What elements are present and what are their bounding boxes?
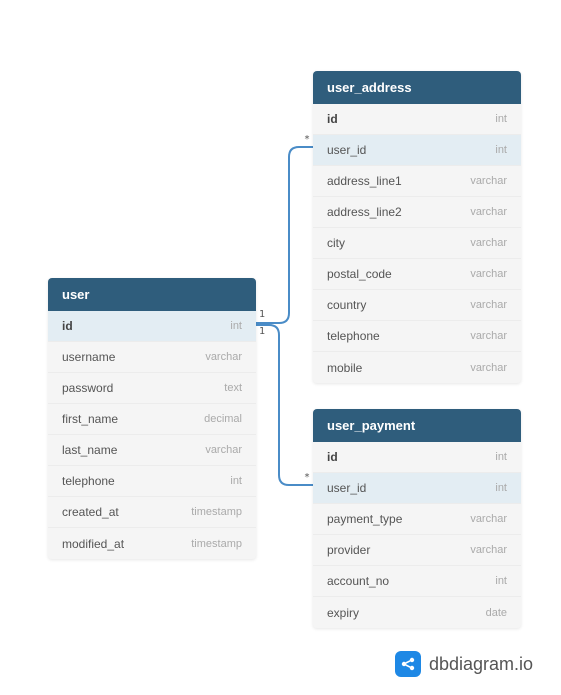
- field-type: varchar: [470, 175, 507, 187]
- table-row: account_no int: [313, 566, 521, 597]
- watermark-text: dbdiagram.io: [429, 654, 533, 675]
- cardinality-one-bottom: 1: [259, 326, 265, 337]
- field-type: date: [486, 607, 507, 619]
- cardinality-one-top: 1: [259, 309, 265, 320]
- field-type: int: [495, 451, 507, 463]
- field-type: varchar: [470, 268, 507, 280]
- field-name: user_id: [327, 481, 366, 495]
- field-type: varchar: [205, 444, 242, 456]
- table-row: telephone int: [48, 466, 256, 497]
- field-name: address_line2: [327, 205, 402, 219]
- field-name: last_name: [62, 443, 117, 457]
- field-name: id: [327, 112, 338, 126]
- field-name: created_at: [62, 505, 119, 519]
- cardinality-many-top: *: [304, 134, 310, 145]
- field-type: varchar: [205, 351, 242, 363]
- field-type: timestamp: [191, 506, 242, 518]
- field-type: varchar: [470, 362, 507, 374]
- table-row: postal_code varchar: [313, 259, 521, 290]
- field-type: int: [495, 113, 507, 125]
- table-header-user-payment: user_payment: [313, 409, 521, 442]
- field-type: timestamp: [191, 538, 242, 550]
- rel-user-to-payment: [256, 325, 313, 485]
- table-row: provider varchar: [313, 535, 521, 566]
- table-row: created_at timestamp: [48, 497, 256, 528]
- field-name: telephone: [62, 474, 115, 488]
- field-name: first_name: [62, 412, 118, 426]
- field-name: provider: [327, 543, 370, 557]
- field-type: int: [495, 144, 507, 156]
- field-type: int: [230, 320, 242, 332]
- table-row: mobile varchar: [313, 352, 521, 383]
- table-header-user-address: user_address: [313, 71, 521, 104]
- table-row: expiry date: [313, 597, 521, 628]
- field-name: user_id: [327, 143, 366, 157]
- table-row: country varchar: [313, 290, 521, 321]
- table-row: payment_type varchar: [313, 504, 521, 535]
- field-type: int: [230, 475, 242, 487]
- table-row: last_name varchar: [48, 435, 256, 466]
- field-type: varchar: [470, 513, 507, 525]
- table-row: id int: [313, 104, 521, 135]
- table-user-address: user_address id int user_id int address_…: [313, 71, 521, 383]
- table-row: telephone varchar: [313, 321, 521, 352]
- table-row: modified_at timestamp: [48, 528, 256, 559]
- field-type: int: [495, 575, 507, 587]
- table-row: address_line1 varchar: [313, 166, 521, 197]
- table-row: first_name decimal: [48, 404, 256, 435]
- field-name: id: [62, 319, 73, 333]
- field-name: mobile: [327, 361, 362, 375]
- table-row: id int: [48, 311, 256, 342]
- share-icon: [395, 651, 421, 677]
- field-name: city: [327, 236, 345, 250]
- table-user: user id int username varchar password te…: [48, 278, 256, 559]
- field-name: expiry: [327, 606, 359, 620]
- table-user-payment: user_payment id int user_id int payment_…: [313, 409, 521, 628]
- table-row: password text: [48, 373, 256, 404]
- table-row: username varchar: [48, 342, 256, 373]
- field-name: payment_type: [327, 512, 402, 526]
- field-type: decimal: [204, 413, 242, 425]
- field-name: id: [327, 450, 338, 464]
- table-row: city varchar: [313, 228, 521, 259]
- field-name: account_no: [327, 574, 389, 588]
- field-type: varchar: [470, 206, 507, 218]
- table-header-user: user: [48, 278, 256, 311]
- field-name: address_line1: [327, 174, 402, 188]
- field-type: int: [495, 482, 507, 494]
- field-name: postal_code: [327, 267, 392, 281]
- field-name: country: [327, 298, 366, 312]
- field-type: varchar: [470, 544, 507, 556]
- rel-user-to-address: [256, 147, 313, 323]
- field-name: telephone: [327, 329, 380, 343]
- field-type: text: [224, 382, 242, 394]
- field-type: varchar: [470, 330, 507, 342]
- table-row: user_id int: [313, 135, 521, 166]
- field-name: username: [62, 350, 115, 364]
- field-name: modified_at: [62, 537, 124, 551]
- table-row: address_line2 varchar: [313, 197, 521, 228]
- field-type: varchar: [470, 237, 507, 249]
- field-type: varchar: [470, 299, 507, 311]
- cardinality-many-bottom: *: [304, 472, 310, 483]
- watermark: dbdiagram.io: [395, 651, 533, 677]
- table-row: id int: [313, 442, 521, 473]
- table-row: user_id int: [313, 473, 521, 504]
- field-name: password: [62, 381, 113, 395]
